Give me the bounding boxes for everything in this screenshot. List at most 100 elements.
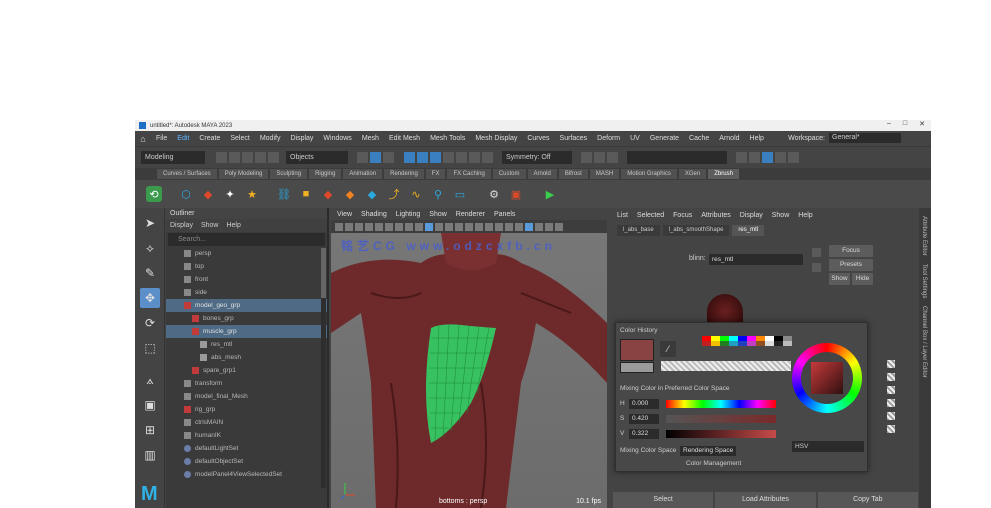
outliner-menu-display[interactable]: Display — [170, 222, 193, 229]
presets-arrow-icon[interactable] — [812, 263, 821, 272]
redo-icon[interactable] — [268, 152, 279, 163]
outliner-row[interactable]: front — [166, 273, 327, 286]
ambient-occlusion-icon[interactable] — [475, 222, 483, 231]
shelf-curve-icon[interactable]: ∿ — [408, 186, 424, 202]
render-frame-icon[interactable] — [581, 152, 592, 163]
shelf-path-icon[interactable]: ⤴ — [386, 186, 402, 202]
color-mode-dropdown[interactable]: HSV — [792, 441, 864, 452]
outliner-row[interactable]: modelPanel4ViewSelectedSet — [166, 468, 327, 481]
blinn-name-field[interactable]: res_mtl — [709, 254, 803, 265]
outliner-row[interactable]: ctrlsMAIN — [166, 416, 327, 429]
focus-button[interactable]: Focus — [829, 245, 873, 257]
menu-curves[interactable]: Curves — [522, 135, 554, 142]
outliner-row[interactable]: model_geo_grp — [166, 299, 327, 312]
menu-deform[interactable]: Deform — [592, 135, 625, 142]
color-history-swatch[interactable] — [765, 341, 774, 346]
attribute-editor-toggle-icon[interactable] — [762, 152, 773, 163]
outliner-row[interactable]: bones_grp — [166, 312, 327, 325]
shelf-play-icon[interactable]: ▶ — [542, 186, 558, 202]
menu-create[interactable]: Create — [194, 135, 225, 142]
hue-slider[interactable] — [666, 400, 776, 408]
color-space-icon[interactable] — [525, 222, 533, 231]
render-settings-icon[interactable] — [607, 152, 618, 163]
menu-file[interactable]: File — [151, 135, 172, 142]
select-button[interactable]: Select — [613, 492, 714, 508]
menu-modify[interactable]: Modify — [255, 135, 286, 142]
character-controls-icon[interactable] — [749, 152, 760, 163]
ae-menu-attributes[interactable]: Attributes — [701, 212, 731, 219]
map-button-3[interactable] — [887, 386, 895, 394]
color-history-swatch[interactable] — [711, 341, 720, 346]
viewport-menu-view[interactable]: View — [337, 211, 352, 218]
lock-icon[interactable] — [469, 152, 480, 163]
menu-set-dropdown[interactable]: Modeling — [141, 151, 205, 164]
select-object-icon[interactable] — [370, 152, 381, 163]
rotate-tool-icon[interactable]: ⟳ — [140, 313, 160, 333]
film-gate-icon[interactable] — [405, 222, 413, 231]
alpha-swatch-row[interactable] — [661, 361, 791, 371]
scale-tool-icon[interactable]: ⬚ — [140, 338, 160, 358]
show-manipulator-icon[interactable]: ⟑ — [140, 370, 160, 390]
viewport-menu-panels[interactable]: Panels — [494, 211, 515, 218]
menu-cache[interactable]: Cache — [684, 135, 714, 142]
snap-grid-icon[interactable] — [404, 152, 415, 163]
select-hierarchy-icon[interactable] — [357, 152, 368, 163]
outliner-row[interactable]: top — [166, 260, 327, 273]
gamma-icon[interactable] — [545, 222, 553, 231]
workspace-dropdown[interactable]: General* — [829, 133, 901, 143]
snap-view-icon[interactable] — [443, 152, 454, 163]
outliner-row[interactable]: transform — [166, 377, 327, 390]
color-history-swatch[interactable] — [738, 341, 747, 346]
viewport-menu-lighting[interactable]: Lighting — [396, 211, 421, 218]
ae-menu-selected[interactable]: Selected — [637, 212, 664, 219]
shadows-icon[interactable] — [465, 222, 473, 231]
shelf-goz-icon[interactable]: ⟲ — [146, 186, 162, 202]
shelf-tab-mash[interactable]: MASH — [589, 169, 620, 179]
color-history-swatch[interactable] — [720, 341, 729, 346]
channel-box-toggle-icon[interactable] — [788, 152, 799, 163]
xray-icon[interactable] — [495, 222, 503, 231]
outliner-row[interactable]: res_mtl — [166, 338, 327, 351]
shelf-tab-bifrost[interactable]: Bifrost — [558, 169, 588, 179]
outliner-row[interactable]: humanIK — [166, 429, 327, 442]
color-history-swatch[interactable] — [774, 341, 783, 346]
shelf-tab-custom[interactable]: Custom — [492, 169, 526, 179]
menu-mesh-display[interactable]: Mesh Display — [470, 135, 522, 142]
select-tool-icon[interactable]: ➤ — [140, 213, 160, 233]
ae-menu-display[interactable]: Display — [740, 212, 763, 219]
viewport-menu-show[interactable]: Show — [429, 211, 447, 218]
menu-mesh[interactable]: Mesh — [357, 135, 384, 142]
tool-settings-toggle-icon[interactable] — [775, 152, 786, 163]
shelf-link-icon[interactable]: ⛓ — [276, 186, 292, 202]
shelf-leaf-icon[interactable]: ◆ — [200, 186, 216, 202]
presets-button[interactable]: Presets — [829, 259, 873, 271]
previous-color-swatch[interactable] — [620, 362, 654, 373]
paint-select-icon[interactable]: ✎ — [140, 263, 160, 283]
xray-joints-icon[interactable] — [505, 222, 513, 231]
ae-menu-show[interactable]: Show — [772, 212, 790, 219]
color-history-swatch[interactable] — [729, 341, 738, 346]
ae-menu-focus[interactable]: Focus — [673, 212, 692, 219]
shelf-tab-xgen[interactable]: XGen — [678, 169, 707, 179]
saturation-value-square[interactable] — [811, 362, 843, 394]
menu-surfaces[interactable]: Surfaces — [555, 135, 593, 142]
ae-tab-abs-base[interactable]: l_abs_base — [617, 224, 660, 236]
shelf-screen-icon[interactable]: ▭ — [452, 186, 468, 202]
value-slider[interactable] — [666, 430, 776, 438]
menu-edit-mesh[interactable]: Edit Mesh — [384, 135, 425, 142]
shelf-star-icon[interactable]: ★ — [244, 186, 260, 202]
viewport-menu-renderer[interactable]: Renderer — [456, 211, 485, 218]
side-tab-tool-settings[interactable]: Tool Settings — [921, 264, 927, 298]
outliner-row[interactable]: abs_mesh — [166, 351, 327, 364]
channel-s-field[interactable]: 0.420 — [629, 414, 659, 424]
new-scene-icon[interactable] — [216, 152, 227, 163]
shelf-tab-fx-caching[interactable]: FX Caching — [447, 169, 491, 179]
menu-edit[interactable]: Edit — [172, 135, 194, 142]
viewport-scene[interactable]: 铭艺CG www.odzcxfb.cn bottoms : persp 10.1… — [331, 233, 607, 508]
current-color-swatch[interactable] — [620, 339, 654, 361]
resolution-gate-icon[interactable] — [415, 222, 423, 231]
outliner-row[interactable]: defaultObjectSet — [166, 455, 327, 468]
shelf-tab-animation[interactable]: Animation — [343, 169, 383, 179]
map-button-2[interactable] — [887, 373, 895, 381]
single-layout-icon[interactable]: ▣ — [140, 395, 160, 415]
